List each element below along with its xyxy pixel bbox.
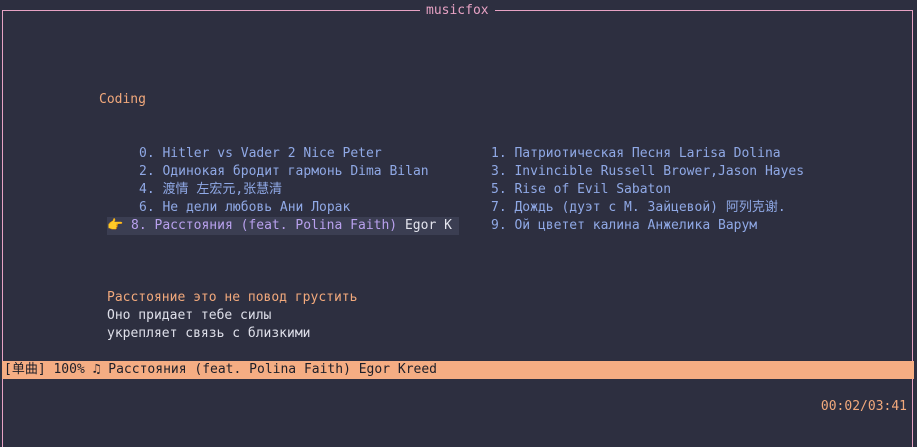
song-item-1[interactable]: 1. Патриотическая Песня Larisa Dolina xyxy=(491,145,781,163)
song-item-0[interactable]: 0. Hitler vs Vader 2 Nice Peter xyxy=(139,145,382,163)
volume[interactable]: 100% xyxy=(53,362,84,377)
progress-time: 00:02/03:41 xyxy=(820,399,907,414)
song-item-4[interactable]: 4. 渡情 左宏元,张慧清 xyxy=(139,181,282,199)
menu-title: Coding xyxy=(99,92,146,107)
song-item-6[interactable]: 6. Не дели любовь Ани Лорак xyxy=(139,199,350,217)
song-item-2[interactable]: 2. Одинокая бродит гармонь Dima Bilan xyxy=(139,163,429,181)
song-item-8-selected[interactable]: 👉 8. Расстояния (feat. Polina Faith) Ego… xyxy=(107,217,459,235)
music-note-icon: ♫ xyxy=(92,362,101,377)
song-item-3[interactable]: 3. Invincible Russell Brower,Jason Hayes xyxy=(491,163,804,181)
lyric-current: Расстояние это не повод грустить xyxy=(107,290,358,305)
lyric-next: Оно придает тебе силы xyxy=(107,308,272,323)
song-item-5[interactable]: 5. Rise of Evil Sabaton xyxy=(491,181,671,199)
lyric-next-2: укрепляет связь с близкими xyxy=(107,326,311,341)
pointer-icon: 👉 xyxy=(107,218,124,233)
play-mode[interactable]: [单曲] xyxy=(4,362,46,377)
song-item-7[interactable]: 7. Дождь (дуэт с М. Зайцевой) 阿列克谢. xyxy=(491,199,786,217)
status-bar: [单曲] 100% ♫ Расстояния (feat. Polina Fai… xyxy=(2,361,914,379)
now-playing: Расстояния (feat. Polina Faith) Egor Kre… xyxy=(108,362,438,377)
song-item-9[interactable]: 9. Ой цветет калина Анжелика Варум xyxy=(491,217,757,235)
app-title: musicfox xyxy=(420,2,495,20)
